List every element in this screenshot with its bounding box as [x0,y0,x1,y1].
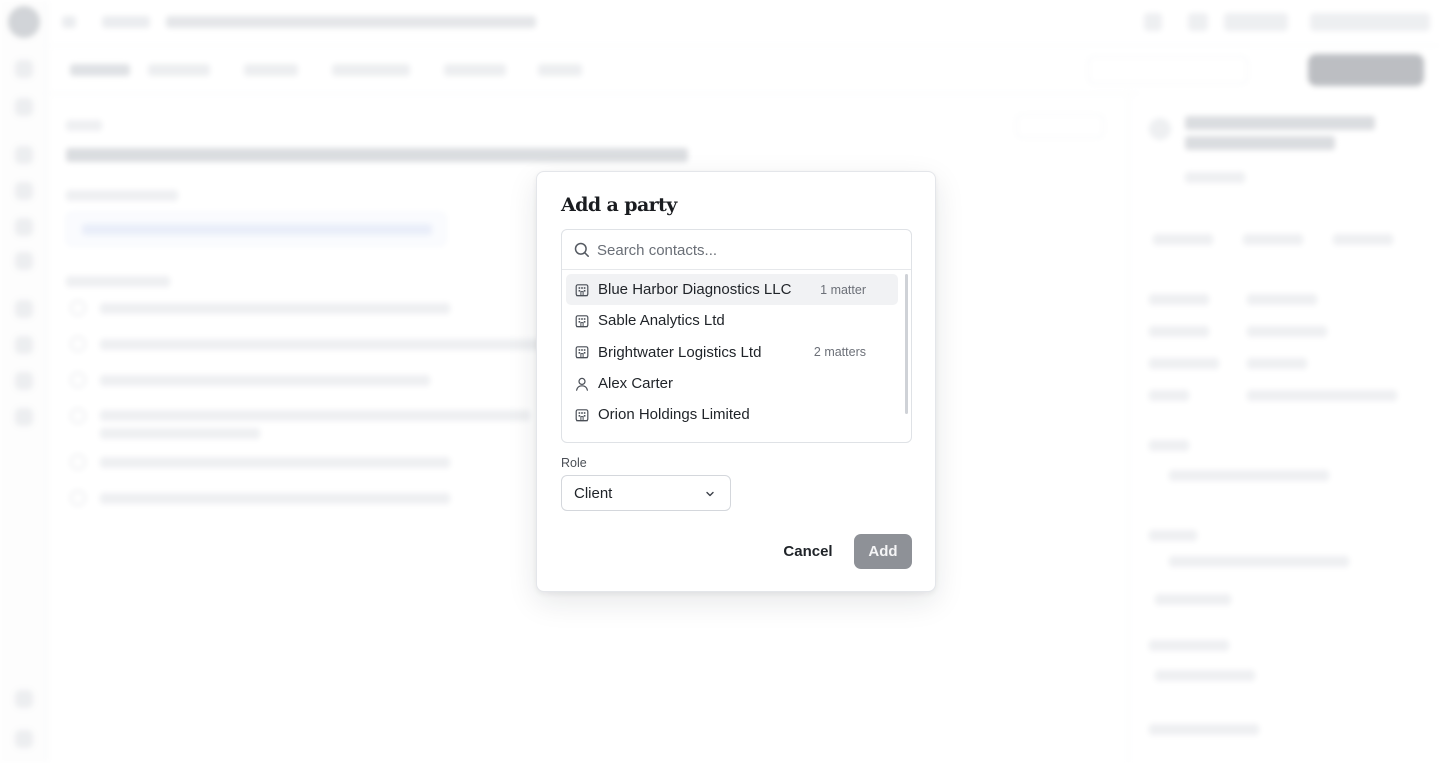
person-icon [574,376,590,392]
building-icon [574,313,590,329]
building-icon [574,282,590,298]
cancel-button[interactable]: Cancel [775,534,841,568]
contact-option[interactable]: Alex Carter [566,368,898,399]
chevron-down-icon [706,491,714,497]
search-icon [574,242,589,257]
contact-name: Blue Harbor Diagnostics LLC [598,281,792,299]
dialog-title: Add a party [561,194,677,216]
building-icon [574,407,590,423]
contact-list-scrollbar[interactable] [905,274,908,414]
contact-name: Brightwater Logistics Ltd [598,343,762,361]
contact-search-row [562,230,911,270]
contact-option[interactable]: Brightwater Logistics Ltd 2 matters [566,337,898,368]
role-label: Role [561,456,587,470]
building-icon [574,344,590,360]
add-party-dialog: Add a party Blue Harbor Diagnostics LLC 1… [536,171,936,592]
add-button[interactable]: Add [854,534,912,569]
contact-option[interactable]: Orion Holdings Limited [566,399,898,430]
role-select-value: Client [574,484,613,502]
contact-list: Blue Harbor Diagnostics LLC 1 matter Sable… [566,274,898,430]
contact-name: Sable Analytics Ltd [598,312,725,330]
contact-name: Alex Carter [598,375,674,393]
contact-search-input[interactable] [597,238,897,262]
contact-name: Orion Holdings Limited [598,406,750,424]
role-select[interactable]: Client [561,475,731,511]
matter-count: 1 matter [820,282,866,297]
contact-option[interactable]: Sable Analytics Ltd [566,305,898,336]
matter-count: 2 matters [813,345,866,360]
contact-option[interactable]: Blue Harbor Diagnostics LLC 1 matter [566,274,898,306]
contact-picker: Blue Harbor Diagnostics LLC 1 matter Sable… [561,229,912,443]
